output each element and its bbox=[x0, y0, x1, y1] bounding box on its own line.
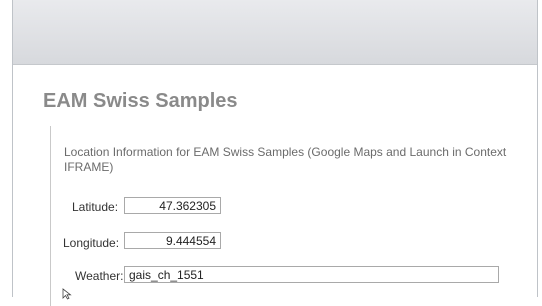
latitude-field[interactable] bbox=[124, 197, 221, 214]
location-description: Location Information for EAM Swiss Sampl… bbox=[64, 145, 507, 174]
latitude-label: Latitude: bbox=[72, 200, 119, 214]
weather-label: Weather: bbox=[75, 269, 124, 283]
mouse-pointer-icon bbox=[62, 288, 72, 300]
page-title: EAM Swiss Samples bbox=[43, 90, 238, 112]
longitude-field[interactable] bbox=[124, 232, 221, 249]
top-bar bbox=[13, 0, 537, 65]
weather-field[interactable] bbox=[124, 266, 499, 283]
longitude-label: Longitude: bbox=[63, 236, 120, 250]
